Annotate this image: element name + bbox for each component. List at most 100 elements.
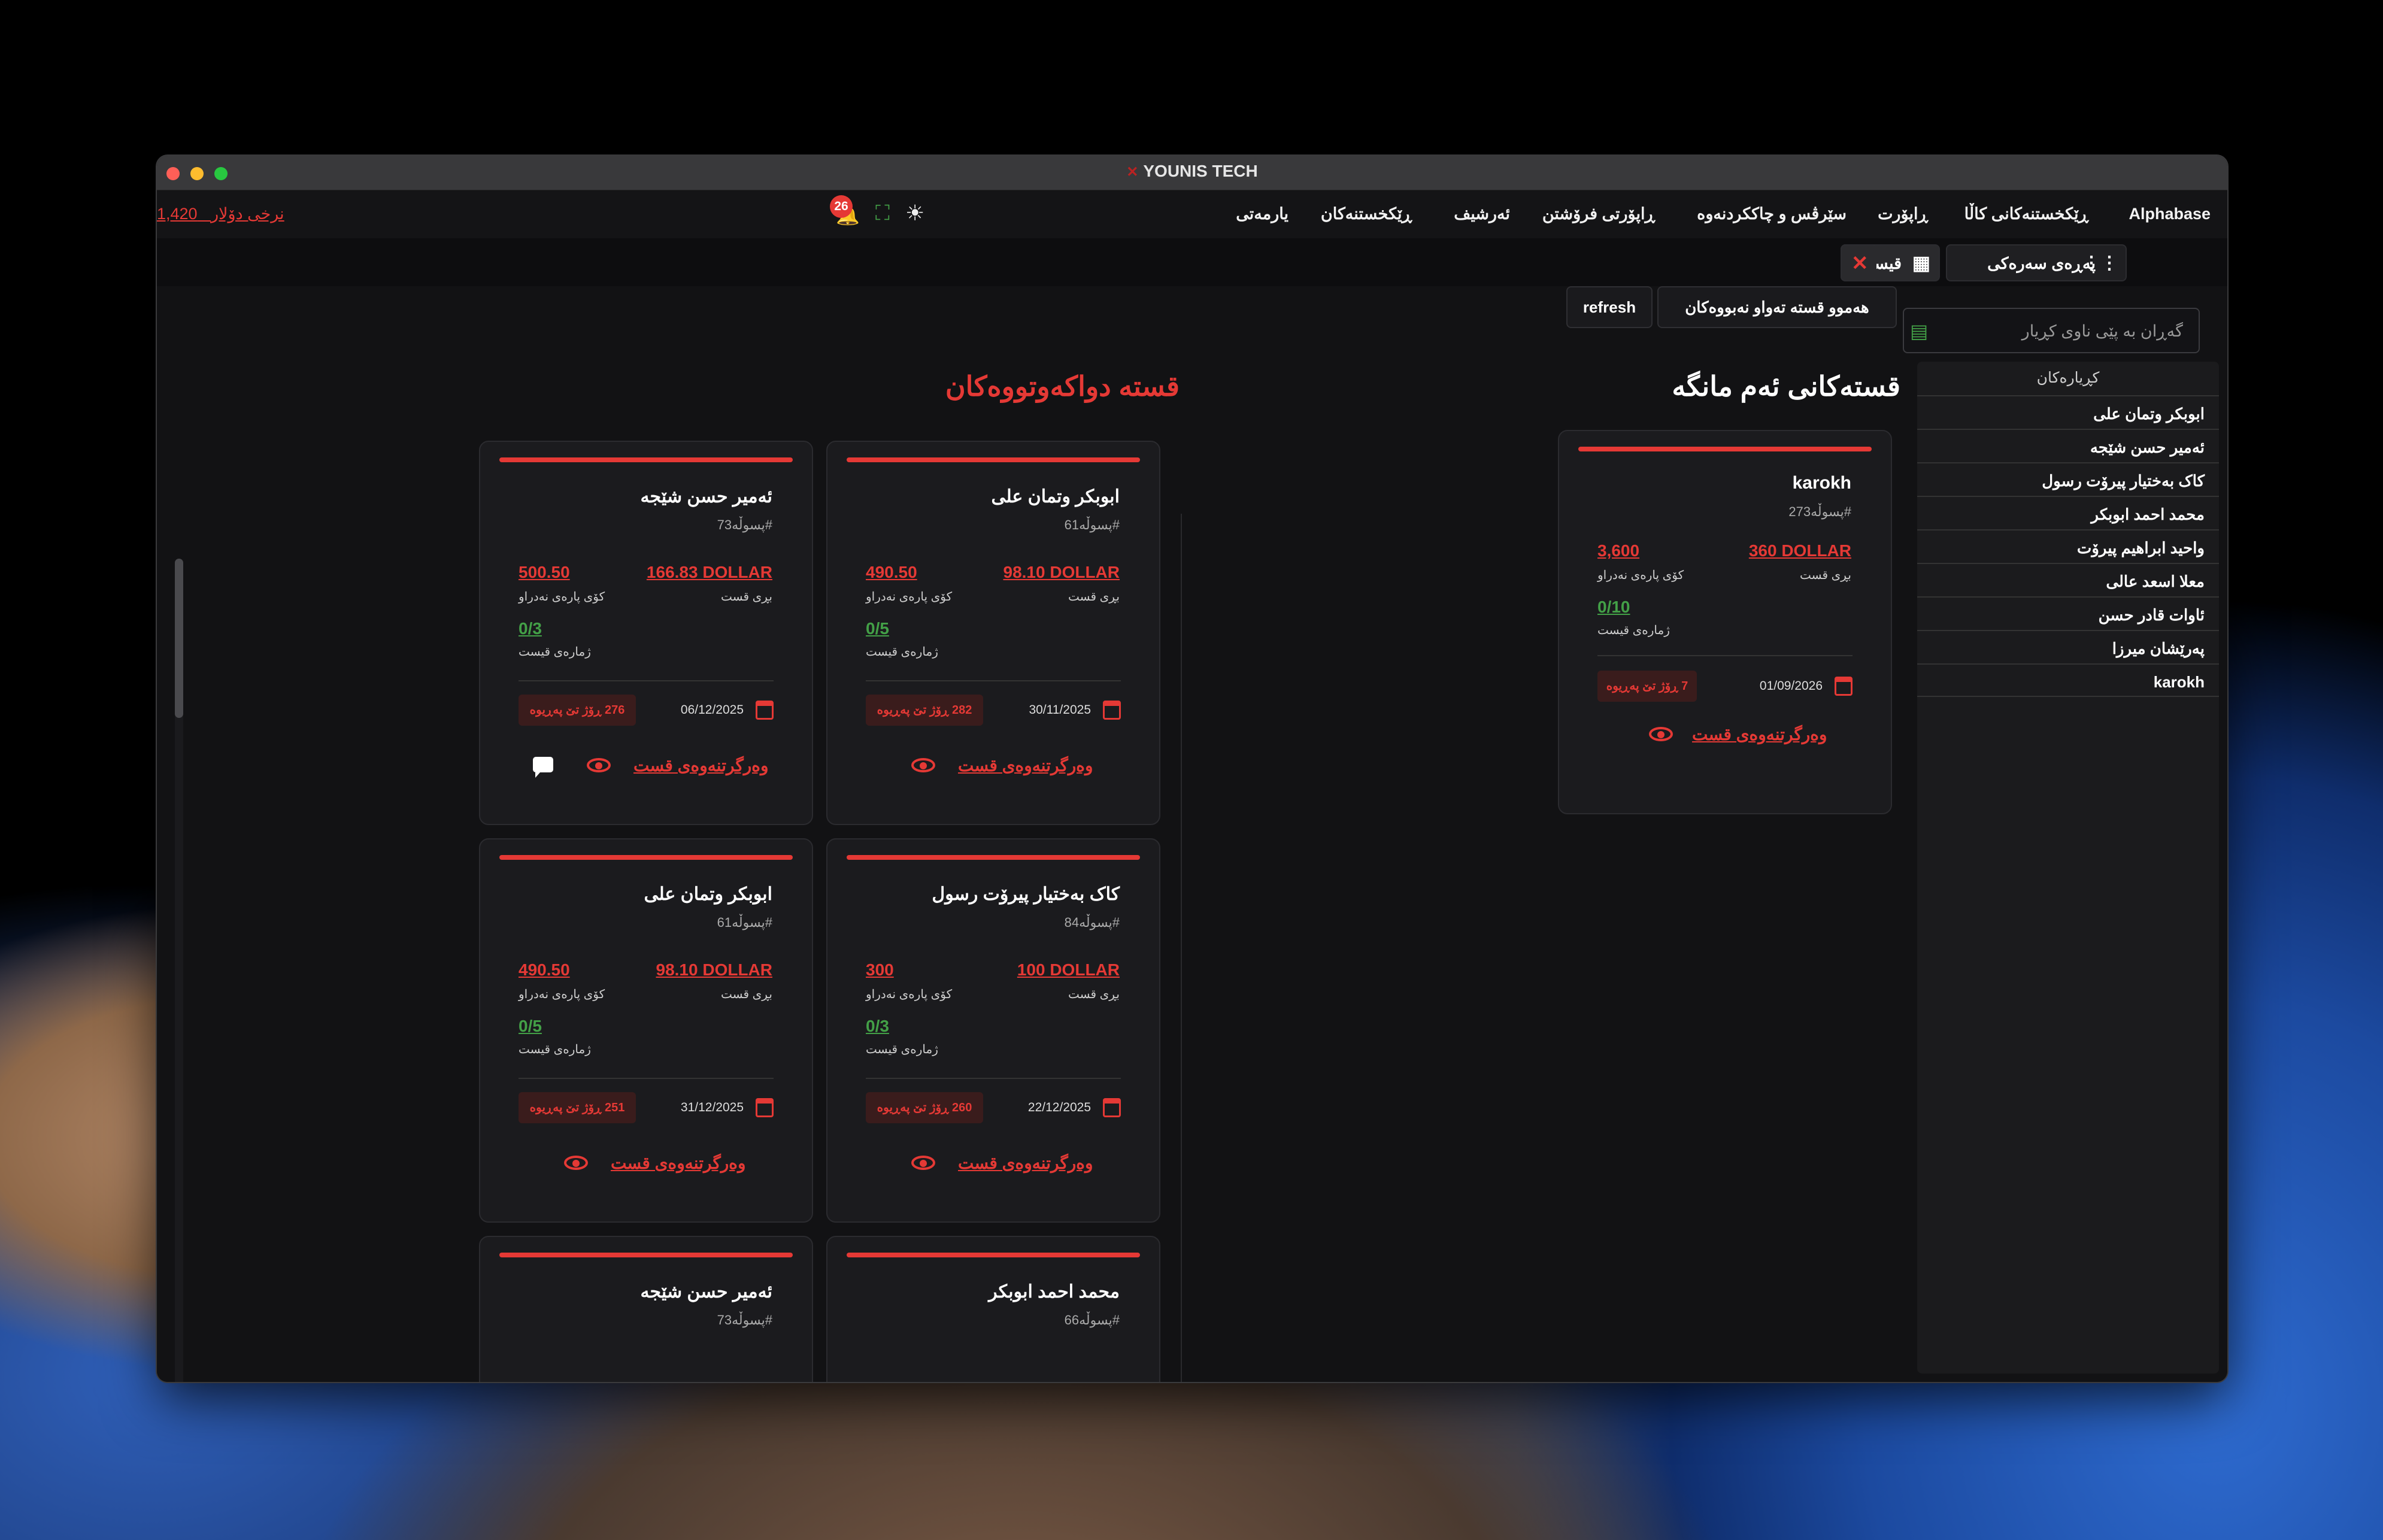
refresh-button[interactable]: refresh xyxy=(1566,286,1653,328)
menu-item-sales-report[interactable]: ڕاپۆرتی فرۆشتن xyxy=(1542,205,1655,223)
card-amount-label: بڕی قست xyxy=(720,590,772,604)
customer-item[interactable]: پەرێشان میرزا xyxy=(1917,630,2219,663)
card-invoice-number: #پسوڵە61 xyxy=(1064,517,1120,532)
overdue-qist-card: محمد احمد ابوبکر #پسوڵە66 xyxy=(826,1236,1160,1382)
card-due-date: 06/12/2025 xyxy=(680,703,744,717)
card-remaining-label: کۆی پارەی نەدراو xyxy=(1597,569,1684,582)
all-unpaid-button[interactable]: هەموو قستە تەواو نەبووەکان xyxy=(1657,286,1897,328)
fullscreen-icon[interactable]: ⛶ xyxy=(875,201,890,225)
view-eye-icon[interactable] xyxy=(587,758,611,772)
card-days-overdue: 260 ڕۆژ تێ پەڕیوە xyxy=(866,1092,983,1123)
card-amount: 100 DOLLAR xyxy=(1017,960,1120,979)
qist-page: گەڕان بە پێی ناوی کڕیار ▤ هەموو قستە تەو… xyxy=(157,286,2227,1382)
card-amount: 98.10 DOLLAR xyxy=(656,960,773,979)
card-divider xyxy=(519,680,774,681)
tab-bar: پەڕەی سەرەکی ⋮⋮ قیست ▦ ✕ xyxy=(157,238,2227,286)
section-divider xyxy=(1181,514,1182,1382)
card-invoice-number: #پسوڵە273 xyxy=(1788,504,1851,519)
card-due-date: 01/09/2026 xyxy=(1759,679,1823,693)
menu-item-product-settings[interactable]: ڕێکخستنەکانی کاڵا xyxy=(1964,205,2088,223)
dollar-rate-value: 1,420 xyxy=(157,205,198,223)
card-accent-bar xyxy=(499,855,793,860)
receive-qist-button[interactable]: وەرگرتنەوەی قست xyxy=(633,756,769,775)
card-due-date: 31/12/2025 xyxy=(680,1101,744,1114)
dollar-rate-label: نرخی دۆلار xyxy=(211,205,284,223)
month-qist-card: karokh #پسوڵە273 360 DOLLAR بڕی قست 3,60… xyxy=(1558,430,1892,814)
card-accent-bar xyxy=(499,1253,793,1257)
card-accent-bar xyxy=(847,457,1140,462)
card-count: 0/10 xyxy=(1597,598,1630,616)
card-days-overdue: 276 ڕۆژ تێ پەڕیوە xyxy=(519,695,636,726)
overdue-qist-card: ابوبکر وتمان علی #پسوڵە61 98.10 DOLLAR ب… xyxy=(479,838,813,1223)
tab-home[interactable]: پەڕەی سەرەکی ⋮⋮ xyxy=(1946,244,2127,281)
overdue-qist-card: ئەمیر حسن شێجە #پسوڵە73 xyxy=(479,1236,813,1382)
card-customer-name: کاک بەختیار پیرۆت رسول xyxy=(932,884,1120,904)
scrollbar-thumb[interactable] xyxy=(175,559,183,718)
calendar-icon xyxy=(1103,701,1121,720)
card-accent-bar xyxy=(847,855,1140,860)
comment-icon[interactable] xyxy=(533,757,553,778)
menu-item-alphabase[interactable]: Alphabase xyxy=(2129,205,2211,223)
calendar-icon xyxy=(1103,1098,1121,1117)
close-icon: ✕ xyxy=(1851,252,1869,275)
receive-qist-button[interactable]: وەرگرتنەوەی قست xyxy=(958,1153,1093,1173)
menu-item-settings[interactable]: ڕێکخستنەکان xyxy=(1321,205,1412,223)
app-window: ✕ YOUNIS TECH Alphabase ڕێکخستنەکانی کاڵا… xyxy=(157,156,2227,1382)
card-amount: 166.83 DOLLAR xyxy=(646,563,772,581)
card-customer-name: ئەمیر حسن شێجە xyxy=(640,487,772,507)
overdue-qist-card: ئەمیر حسن شێجە #پسوڵە73 166.83 DOLLAR بڕ… xyxy=(479,441,813,825)
menu-item-reports[interactable]: ڕاپۆرت xyxy=(1878,205,1928,223)
customer-item[interactable]: معلا اسعد عالی xyxy=(1917,563,2219,596)
app-logo-icon: ✕ xyxy=(1126,164,1139,180)
view-eye-icon[interactable] xyxy=(911,1156,935,1170)
title-bar: ✕ YOUNIS TECH xyxy=(157,156,2227,190)
card-count-label: ژمارەی قیست xyxy=(866,1043,938,1056)
card-accent-bar xyxy=(1578,447,1872,451)
customer-item[interactable]: محمد احمد ابوبکر xyxy=(1917,496,2219,529)
customer-item[interactable]: کاک بەختیار پیرۆت رسول xyxy=(1917,462,2219,496)
card-amount-label: بڕی قست xyxy=(1068,988,1120,1001)
card-remaining: 490.50 xyxy=(866,563,917,581)
menu-item-archive[interactable]: ئەرشیف xyxy=(1454,205,1510,223)
view-eye-icon[interactable] xyxy=(564,1156,588,1170)
apps-grid-icon: ⋮⋮ xyxy=(2082,253,2118,273)
card-amount: 360 DOLLAR xyxy=(1748,541,1851,560)
notification-badge: 26 xyxy=(830,195,853,218)
dollar-rate[interactable]: 1,420 نرخی دۆلار xyxy=(157,205,284,223)
card-remaining: 500.50 xyxy=(519,563,570,581)
menu-item-service-repair[interactable]: سێرڤس و چاککردنەوە xyxy=(1697,205,1847,223)
overdue-qist-card: ابوبکر وتمان علی #پسوڵە61 98.10 DOLLAR ب… xyxy=(826,441,1160,825)
card-invoice-number: #پسوڵە84 xyxy=(1064,915,1120,930)
customer-item[interactable]: ابوبکر وتمان علی xyxy=(1917,395,2219,429)
customer-item[interactable]: واحید ابراهیم پیرۆت xyxy=(1917,529,2219,563)
receive-qist-button[interactable]: وەرگرتنەوەی قست xyxy=(611,1153,746,1173)
overdue-title: قستە دواکەوتووەکان xyxy=(945,371,1180,402)
receive-qist-button[interactable]: وەرگرتنەوەی قست xyxy=(1692,724,1827,744)
card-divider xyxy=(866,680,1121,681)
card-count-label: ژمارەی قیست xyxy=(519,1043,591,1056)
view-eye-icon[interactable] xyxy=(911,758,935,772)
customer-search-input[interactable]: گەڕان بە پێی ناوی کڕیار ▤ xyxy=(1903,308,2200,353)
card-count: 0/5 xyxy=(866,619,889,638)
card-amount-label: بڕی قست xyxy=(1799,569,1851,582)
card-days-overdue: 282 ڕۆژ تێ پەڕیوە xyxy=(866,695,983,726)
customer-item[interactable]: karokh xyxy=(1917,663,2219,697)
card-invoice-number: #پسوڵە73 xyxy=(717,1312,772,1327)
theme-toggle-sun-icon[interactable]: ☀ xyxy=(905,201,924,226)
card-invoice-number: #پسوڵە73 xyxy=(717,517,772,532)
close-tab-button[interactable]: ✕ xyxy=(1841,244,1876,281)
card-due-date: 22/12/2025 xyxy=(1027,1101,1091,1114)
card-count: 0/3 xyxy=(866,1017,889,1035)
view-eye-icon[interactable] xyxy=(1649,727,1673,741)
card-divider xyxy=(1597,655,1853,656)
card-amount-label: بڕی قست xyxy=(720,988,772,1001)
customer-item[interactable]: ئەمیر حسن شێجە xyxy=(1917,429,2219,462)
scrollbar[interactable] xyxy=(175,559,183,1382)
calendar-icon xyxy=(756,701,774,720)
receive-qist-button[interactable]: وەرگرتنەوەی قست xyxy=(958,756,1093,775)
menu-item-help[interactable]: یارمەتی xyxy=(1236,205,1288,223)
card-amount-label: بڕی قست xyxy=(1068,590,1120,604)
customer-item[interactable]: ئاوات قادر حسن xyxy=(1917,596,2219,630)
excel-file-icon[interactable]: ▤ xyxy=(1910,320,1928,342)
card-due-date: 30/11/2025 xyxy=(1029,703,1091,717)
